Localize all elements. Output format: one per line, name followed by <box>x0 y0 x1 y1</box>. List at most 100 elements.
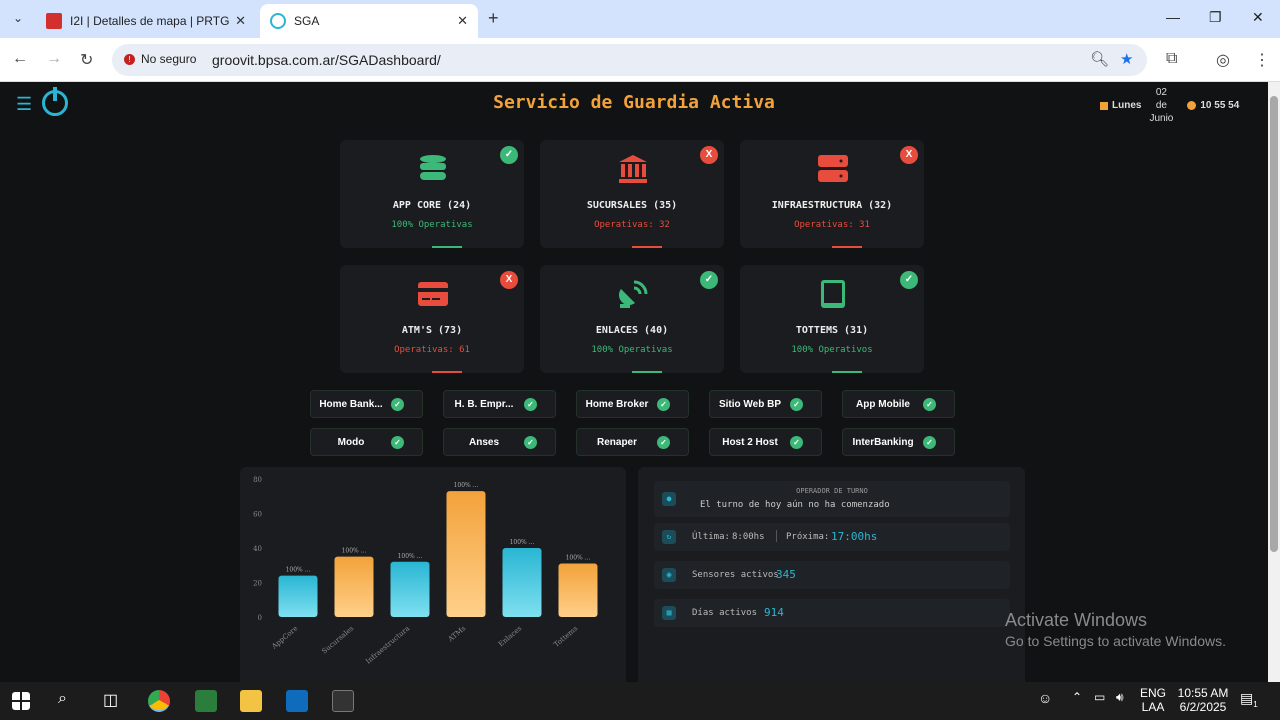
windows-start-icon[interactable] <box>12 692 30 710</box>
x-tick-label: ATMs <box>446 624 468 644</box>
menu-dots-icon[interactable]: ⋮ <box>1254 50 1270 70</box>
close-tab-icon[interactable]: ✕ <box>457 13 468 29</box>
browser-tab-strip: ⌄ I2I | Detalles de mapa | PRTG Ne ✕ SGA… <box>0 0 1280 38</box>
clock-time: 10 55 54 <box>1200 100 1240 111</box>
service-sitio-web[interactable]: Sitio Web BP ✓ <box>709 390 822 418</box>
omnibox[interactable]: ! No seguro groovit.bpsa.com.ar/SGADashb… <box>112 44 1147 76</box>
watermark-line1: Activate Windows <box>1005 610 1148 630</box>
service-label: Sitio Web BP <box>718 399 782 410</box>
tablet-icon <box>821 280 845 308</box>
clock-time: 10:55 AM <box>1177 686 1229 700</box>
tab-search-dropdown[interactable]: ⌄ <box>8 8 28 28</box>
chevron-up-icon[interactable]: ⌃ <box>1072 690 1094 712</box>
service-hb-empresas[interactable]: H. B. Empr... ✓ <box>443 390 556 418</box>
service-renaper[interactable]: Renaper ✓ <box>576 428 689 456</box>
data-label: 100% ... <box>454 482 479 489</box>
card-underline <box>632 246 662 248</box>
x-badge-icon: X <box>500 271 518 289</box>
volume-icon[interactable]: 🔊︎ <box>1116 690 1138 712</box>
browser-tab-prtg[interactable]: I2I | Detalles de mapa | PRTG Ne ✕ <box>36 4 256 38</box>
ultima-label: Última: <box>692 532 730 542</box>
card-underline <box>632 371 662 373</box>
people-icon[interactable]: ☺ <box>1038 690 1060 712</box>
service-label: Home Bank... <box>319 399 383 410</box>
check-icon: ✓ <box>790 436 803 449</box>
refresh-icon: ↻ <box>662 530 676 544</box>
sga-favicon-icon <box>270 13 286 29</box>
bar <box>334 556 374 617</box>
card-app-core[interactable]: APP CORE (24) 100% Operativas ✓ <box>340 140 524 248</box>
card-name: APP CORE (24) <box>392 200 472 211</box>
sensores-label: Sensores activos <box>692 570 779 580</box>
card-infraestructura[interactable]: INFRAESTRUCTURA (32) Operativas: 31 X <box>740 140 924 248</box>
task-view-icon[interactable]: ◫ <box>103 690 125 712</box>
input-language[interactable]: ENG LAA <box>1138 686 1168 714</box>
x-tick-label: Tottems <box>552 624 579 649</box>
data-label: 100% ... <box>398 553 423 560</box>
service-home-banking[interactable]: Home Bank... ✓ <box>310 390 423 418</box>
minimize-button[interactable]: — <box>1166 9 1180 25</box>
day-number: 02 <box>1155 87 1167 98</box>
system-clock[interactable]: 10:55 AM 6/2/2025 <box>1172 686 1234 714</box>
proxima-value: 17:00hs <box>831 530 878 543</box>
calendar-icon <box>1100 101 1108 110</box>
card-name: SUCURSALES (35) <box>586 200 678 211</box>
day-de: de <box>1155 100 1167 111</box>
info-panel: ● OPERADOR DE TURNO El turno de hoy aún … <box>638 467 1025 682</box>
check-badge-icon: ✓ <box>700 271 718 289</box>
new-tab-button[interactable]: + <box>488 8 499 29</box>
bookmark-star-icon[interactable]: ★ <box>1120 50 1133 68</box>
close-tab-icon[interactable]: ✕ <box>235 13 246 29</box>
check-icon: ✓ <box>657 398 670 411</box>
service-interbanking[interactable]: InterBanking ✓ <box>842 428 955 456</box>
scrollbar-thumb[interactable] <box>1270 96 1278 552</box>
card-atms[interactable]: ATM'S (73) Operativas: 61 X <box>340 265 524 373</box>
profile-icon[interactable]: ◎ <box>1216 50 1230 70</box>
bar <box>446 491 486 617</box>
x-tick-label: Infraestructura <box>364 624 411 665</box>
x-tick-label: AppCore <box>270 624 300 651</box>
browser-tab-sga[interactable]: SGA ✕ <box>260 4 478 38</box>
service-anses[interactable]: Anses ✓ <box>443 428 556 456</box>
operator-message: El turno de hoy aún no ha comenzado <box>700 500 890 510</box>
service-modo[interactable]: Modo ✓ <box>310 428 423 456</box>
security-indicator[interactable]: ! No seguro <box>124 52 196 66</box>
restore-button[interactable]: ❐ <box>1209 9 1222 26</box>
page-scrollbar[interactable] <box>1268 82 1280 682</box>
watermark-line2: Go to Settings to activate Windows. <box>1005 633 1226 649</box>
url-text[interactable]: groovit.bpsa.com.ar/SGADashboard/ <box>212 52 441 68</box>
chrome-icon[interactable] <box>148 690 170 712</box>
forward-arrow-icon[interactable]: → <box>46 50 62 68</box>
service-app-mobile[interactable]: App Mobile ✓ <box>842 390 955 418</box>
prtg-favicon-icon <box>46 13 62 29</box>
clock-date: 6/2/2025 <box>1179 700 1227 714</box>
check-badge-icon: ✓ <box>500 146 518 164</box>
terminal-icon[interactable] <box>332 690 354 712</box>
service-host2host[interactable]: Host 2 Host ✓ <box>709 428 822 456</box>
bar <box>502 548 542 617</box>
zoom-icon[interactable]: 🔍︎ <box>1090 50 1109 68</box>
card-underline <box>832 246 862 248</box>
card-sucursales[interactable]: SUCURSALES (35) Operativas: 32 X <box>540 140 724 248</box>
back-arrow-icon[interactable]: ← <box>12 50 28 68</box>
network-icon[interactable]: ▭ <box>1094 690 1116 712</box>
check-icon: ✓ <box>524 436 537 449</box>
service-label: InterBanking <box>852 437 914 448</box>
extensions-icon[interactable]: ⧉ <box>1166 50 1177 68</box>
file-explorer-icon[interactable] <box>240 690 262 712</box>
card-enlaces[interactable]: ENLACES (40) 100% Operativas ✓ <box>540 265 724 373</box>
service-home-broker[interactable]: Home Broker ✓ <box>576 390 689 418</box>
outlook-icon[interactable] <box>286 690 308 712</box>
notification-icon[interactable]: ▤1 <box>1240 690 1262 712</box>
bar <box>278 575 318 617</box>
x-tick-label: Sucursales <box>320 624 355 655</box>
card-name: ATM'S (73) <box>401 325 463 336</box>
app-tool-icon[interactable] <box>195 690 217 712</box>
close-window-button[interactable]: ✕ <box>1252 9 1264 26</box>
reload-icon[interactable]: ↻ <box>80 50 93 70</box>
lang-line2: LAA <box>1141 700 1165 714</box>
card-tottems[interactable]: TOTTEMS (31) 100% Operativos ✓ <box>740 265 924 373</box>
server-icon <box>818 155 848 182</box>
search-icon[interactable]: ⌕ <box>58 690 80 712</box>
x-tick-label: Enlaces <box>497 624 524 648</box>
